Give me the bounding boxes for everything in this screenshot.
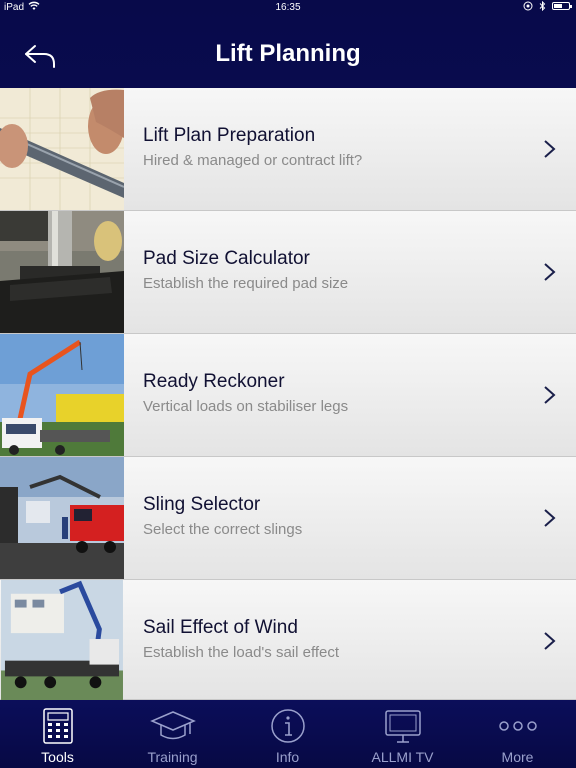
- pad-size-thumbnail: [0, 211, 124, 333]
- calculator-icon: [42, 708, 73, 744]
- tab-more[interactable]: More: [460, 700, 575, 768]
- tab-label: Training: [147, 749, 198, 765]
- info-icon: [270, 709, 305, 743]
- tab-info[interactable]: Info: [230, 700, 345, 768]
- battery-level: [554, 4, 562, 8]
- chevron-right-icon: [544, 632, 556, 650]
- list-item-sail-effect-of-wind[interactable]: Sail Effect of Wind Establish the load's…: [0, 580, 576, 700]
- page-title: Lift Planning: [215, 40, 361, 67]
- status-indicators: [523, 1, 572, 11]
- more-icon: [498, 721, 537, 731]
- graduation-cap-icon: [149, 711, 196, 740]
- tab-label: ALLMI TV: [371, 749, 434, 765]
- item-subtitle: Vertical loads on stabiliser legs: [143, 398, 349, 415]
- status-bar: iPad 16:35: [0, 0, 576, 16]
- chevron-right-icon: [544, 509, 556, 527]
- chevron-right-icon: [544, 386, 556, 404]
- ready-reckoner-thumbnail: [0, 334, 124, 456]
- item-title: Sail Effect of Wind: [143, 617, 298, 638]
- tv-icon: [384, 710, 421, 743]
- item-title: Ready Reckoner: [143, 371, 285, 392]
- item-subtitle: Establish the load's sail effect: [143, 644, 340, 661]
- tab-bar: Tools Training Info ALLMI TV More: [0, 700, 576, 768]
- list-item-sling-selector[interactable]: Sling Selector Select the correct slings: [0, 457, 576, 580]
- tab-label: More: [501, 749, 534, 765]
- tab-tools[interactable]: Tools: [0, 700, 115, 768]
- tab-label: Tools: [41, 749, 74, 765]
- item-title: Sling Selector: [143, 494, 261, 515]
- sail-effect-thumbnail: [1, 580, 123, 700]
- list-item-ready-reckoner[interactable]: Ready Reckoner Vertical loads on stabili…: [0, 334, 576, 457]
- tab-allmi-tv[interactable]: ALLMI TV: [345, 700, 460, 768]
- list-item-pad-size-calculator[interactable]: Pad Size Calculator Establish the requir…: [0, 211, 576, 334]
- item-subtitle: Select the correct slings: [143, 521, 303, 538]
- item-subtitle: Establish the required pad size: [143, 275, 349, 292]
- item-title: Pad Size Calculator: [143, 248, 310, 269]
- battery-icon: [552, 2, 572, 10]
- sling-selector-thumbnail: [0, 457, 124, 579]
- bluetooth-icon: [539, 1, 546, 11]
- clock: 16:35: [275, 2, 301, 13]
- tool-list: Lift Plan Preparation Hired & managed or…: [0, 88, 576, 700]
- lift-plan-thumbnail: [0, 88, 124, 210]
- location-icon: [523, 1, 533, 11]
- item-title: Lift Plan Preparation: [143, 125, 316, 146]
- tab-training[interactable]: Training: [115, 700, 230, 768]
- navigation-bar: Lift Planning: [0, 16, 576, 88]
- tab-label: Info: [275, 749, 300, 765]
- app-screen: iPad 16:35 Lift Planning Lift Plan Prepa…: [0, 0, 576, 768]
- chevron-right-icon: [544, 140, 556, 158]
- chevron-right-icon: [544, 263, 556, 281]
- item-subtitle: Hired & managed or contract lift?: [143, 152, 363, 169]
- list-item-lift-plan-preparation[interactable]: Lift Plan Preparation Hired & managed or…: [0, 88, 576, 211]
